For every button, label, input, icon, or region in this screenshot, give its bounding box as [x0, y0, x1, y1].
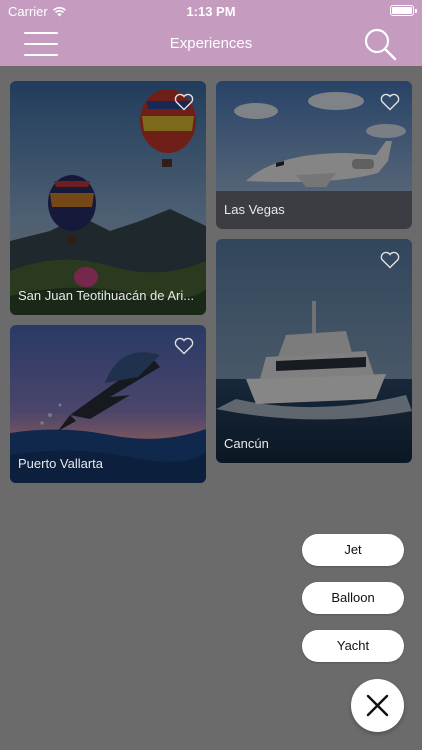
page-title: Experiences — [169, 35, 253, 52]
card-label: San Juan Teotihuacán de Ari... — [18, 288, 195, 303]
close-menu-button[interactable] — [351, 679, 404, 732]
favorite-heart-icon[interactable] — [380, 251, 400, 269]
experience-card-yacht[interactable]: Cancún — [216, 239, 412, 463]
close-icon — [366, 694, 389, 717]
experience-card-balloon[interactable]: San Juan Teotihuacán de Ari... — [10, 81, 206, 315]
filter-balloon-button[interactable]: Balloon — [302, 582, 404, 614]
navigation-bar: Experiences — [0, 22, 422, 66]
battery-icon — [390, 5, 417, 16]
status-bar: Carrier 1:13 PM — [0, 0, 422, 22]
experience-card-jet[interactable]: Las Vegas — [216, 81, 412, 229]
filter-yacht-button[interactable]: Yacht — [302, 630, 404, 662]
search-icon[interactable] — [362, 26, 398, 62]
favorite-heart-icon[interactable] — [380, 93, 400, 111]
card-label: Puerto Vallarta — [18, 456, 104, 471]
filter-jet-button[interactable]: Jet — [302, 534, 404, 566]
favorite-heart-icon[interactable] — [174, 93, 194, 111]
experience-card-sailfish[interactable]: Puerto Vallarta — [10, 325, 206, 483]
card-label: Cancún — [224, 436, 269, 451]
favorite-heart-icon[interactable] — [174, 337, 194, 355]
status-time: 1:13 PM — [186, 4, 236, 19]
card-label: Las Vegas — [224, 202, 285, 217]
